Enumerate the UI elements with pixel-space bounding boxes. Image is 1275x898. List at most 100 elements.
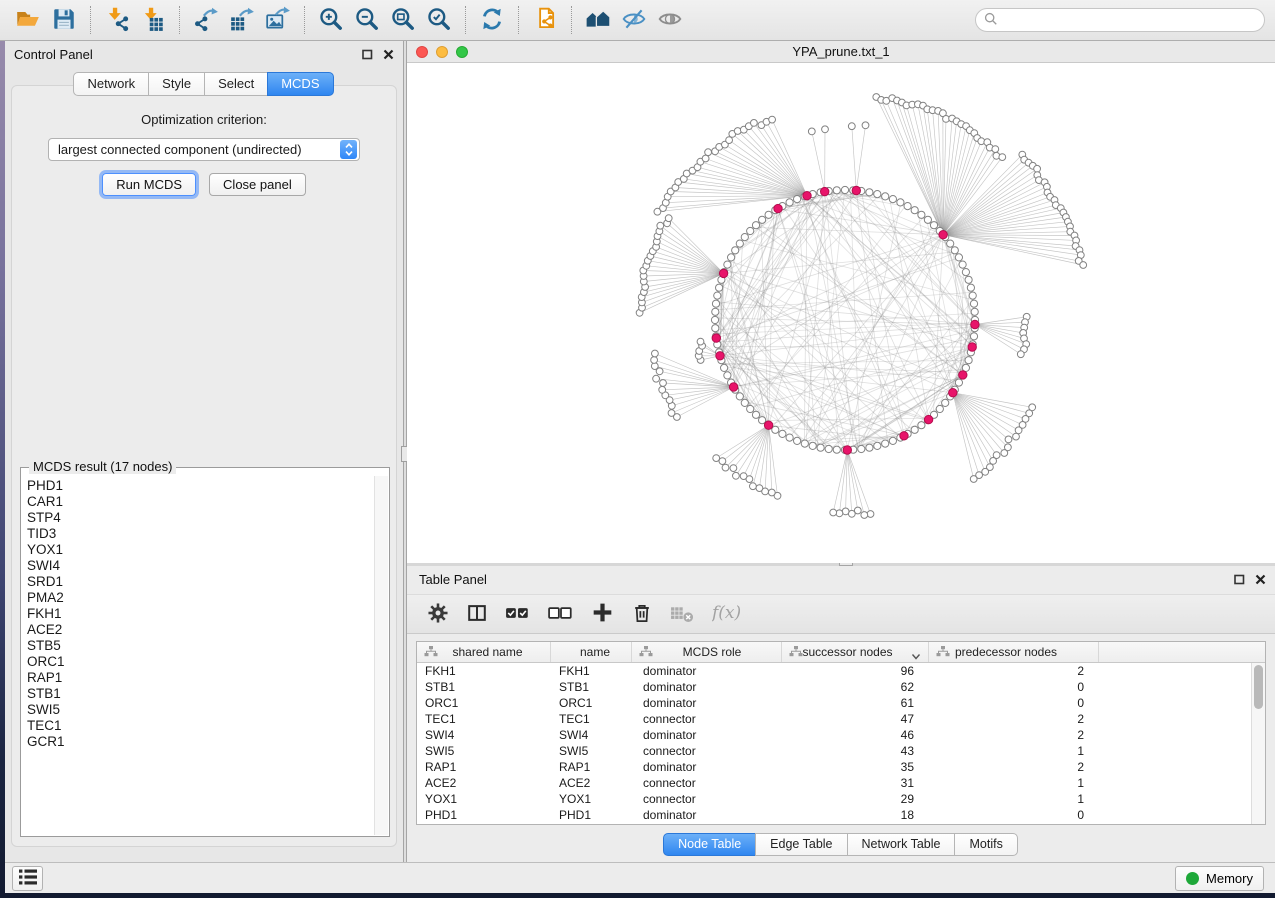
table-row[interactable]: FKH1FKH1dominator962 [417, 663, 1265, 679]
network-hub-node[interactable] [959, 371, 967, 379]
table-row[interactable]: YOX1YOX1connector291 [417, 791, 1265, 807]
network-node[interactable] [711, 316, 718, 323]
network-node[interactable] [904, 203, 911, 210]
network-node[interactable] [660, 380, 667, 387]
network-node[interactable] [653, 375, 660, 382]
network-node[interactable] [733, 472, 740, 479]
mcds-result-item[interactable]: PHD1 [27, 478, 374, 494]
network-node[interactable] [825, 445, 832, 452]
network-node[interactable] [1034, 165, 1041, 172]
network-node[interactable] [999, 154, 1006, 161]
network-node[interactable] [759, 216, 766, 223]
table-row[interactable]: STB1STB1dominator620 [417, 679, 1265, 695]
network-hub-node[interactable] [729, 383, 737, 391]
network-node[interactable] [736, 240, 743, 247]
network-node[interactable] [990, 458, 997, 465]
network-node[interactable] [724, 261, 731, 268]
network-hub-node[interactable] [968, 343, 976, 351]
mcds-result-item[interactable]: ORC1 [27, 654, 374, 670]
task-history-button[interactable] [12, 866, 43, 891]
network-hub-node[interactable] [803, 192, 811, 200]
network-node[interactable] [712, 308, 719, 315]
network-node[interactable] [665, 215, 672, 222]
network-node[interactable] [965, 357, 972, 364]
network-node[interactable] [750, 483, 757, 490]
split-panel-button[interactable] [466, 602, 488, 627]
network-node[interactable] [970, 476, 977, 483]
network-node[interactable] [1015, 427, 1022, 434]
save-session-button[interactable] [46, 3, 82, 37]
network-node[interactable] [808, 128, 815, 135]
import-network-button[interactable] [99, 3, 135, 37]
network-node[interactable] [942, 399, 949, 406]
network-hub-node[interactable] [924, 415, 932, 423]
apply-layout-button[interactable] [474, 3, 510, 37]
network-node[interactable] [756, 485, 763, 492]
hide-selected-button[interactable] [616, 3, 652, 37]
open-file-button[interactable] [10, 3, 46, 37]
table-row[interactable]: TEC1TEC1connector472 [417, 711, 1265, 727]
close-panel-button[interactable] [383, 49, 394, 60]
network-node[interactable] [736, 393, 743, 400]
network-node[interactable] [786, 434, 793, 441]
table-row[interactable]: ORC1ORC1dominator610 [417, 695, 1265, 711]
network-node[interactable] [705, 149, 712, 156]
network-node[interactable] [861, 512, 868, 519]
network-node[interactable] [951, 247, 958, 254]
network-node[interactable] [830, 509, 837, 516]
network-hub-node[interactable] [821, 187, 829, 195]
network-node[interactable] [965, 276, 972, 283]
network-node[interactable] [959, 261, 966, 268]
column-header-successor-nodes[interactable]: successor nodes [782, 642, 929, 662]
tab-style[interactable]: Style [148, 72, 205, 96]
network-node[interactable] [874, 191, 881, 198]
network-node[interactable] [836, 510, 843, 517]
network-node[interactable] [866, 189, 873, 196]
network-node[interactable] [833, 446, 840, 453]
network-hub-node[interactable] [774, 204, 782, 212]
network-hub-node[interactable] [949, 389, 957, 397]
network-node[interactable] [747, 227, 754, 234]
column-settings-button[interactable] [427, 602, 449, 627]
mcds-result-item[interactable]: ACE2 [27, 622, 374, 638]
mcds-result-item[interactable]: PMA2 [27, 590, 374, 606]
network-node[interactable] [726, 137, 733, 144]
network-node[interactable] [930, 222, 937, 229]
network-node[interactable] [897, 199, 904, 206]
network-graph[interactable] [407, 63, 1275, 563]
network-node[interactable] [752, 411, 759, 418]
network-hub-node[interactable] [719, 269, 727, 277]
network-node[interactable] [702, 155, 709, 162]
network-hub-node[interactable] [852, 186, 860, 194]
mcds-result-item[interactable]: FKH1 [27, 606, 374, 622]
network-node[interactable] [992, 146, 999, 153]
mcds-result-item[interactable]: TID3 [27, 526, 374, 542]
mcds-result-item[interactable]: STB5 [27, 638, 374, 654]
network-node[interactable] [955, 379, 962, 386]
column-header-shared-name[interactable]: shared name [417, 642, 551, 662]
mcds-result-item[interactable]: SWI5 [27, 702, 374, 718]
network-node[interactable] [668, 410, 675, 417]
search-input[interactable] [1003, 13, 1256, 28]
table-tab-network-table[interactable]: Network Table [847, 833, 956, 856]
network-node[interactable] [751, 120, 758, 127]
network-from-selection-button[interactable] [527, 3, 563, 37]
network-node[interactable] [947, 240, 954, 247]
network-node[interactable] [697, 338, 704, 345]
deselect-all-checkboxes-button[interactable] [548, 600, 574, 629]
export-table-button[interactable] [224, 3, 260, 37]
network-node[interactable] [1001, 450, 1008, 457]
network-node[interactable] [801, 440, 808, 447]
network-node[interactable] [730, 465, 737, 472]
mcds-result-item[interactable]: SWI4 [27, 558, 374, 574]
mcds-result-item[interactable]: STB1 [27, 686, 374, 702]
network-node[interactable] [651, 357, 658, 364]
column-header-name[interactable]: name [551, 642, 632, 662]
zoom-selected-button[interactable] [421, 3, 457, 37]
network-hub-node[interactable] [971, 320, 979, 328]
tab-mcds[interactable]: MCDS [267, 72, 333, 96]
network-node[interactable] [712, 325, 719, 332]
network-node[interactable] [874, 442, 881, 449]
mcds-result-item[interactable]: STP4 [27, 510, 374, 526]
mcds-result-item[interactable]: CAR1 [27, 494, 374, 510]
